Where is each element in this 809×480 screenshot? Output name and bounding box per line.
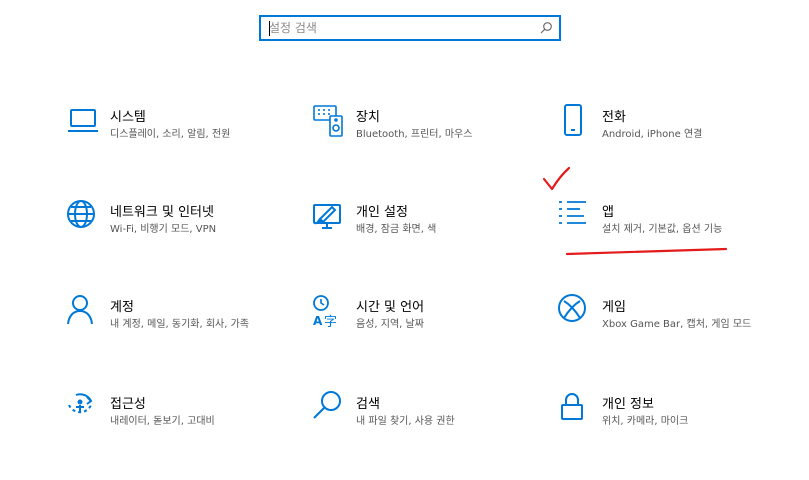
tile-description: 내 파일 찾기, 사용 권한 — [356, 416, 455, 427]
search-input[interactable] — [269, 19, 529, 37]
tile-description: 배경, 잠금 화면, 색 — [356, 224, 437, 235]
tile-title: 검색 — [356, 397, 380, 412]
tile-accessibility[interactable]: 접근성 내레이터, 돋보기, 고대비 — [66, 391, 296, 461]
tile-title: 네트워크 및 인터넷 — [110, 205, 214, 220]
tile-system[interactable]: 시스템 디스플레이, 소리, 알림, 전원 — [66, 104, 296, 174]
tile-title: 시간 및 언어 — [356, 300, 425, 315]
settings-search-box[interactable] — [259, 15, 561, 41]
keyboard-speaker-icon — [313, 105, 343, 137]
tile-description: 설치 제거, 기본값, 옵션 기능 — [602, 224, 723, 235]
tile-title: 개인 정보 — [602, 397, 654, 412]
tile-description: 내레이터, 돋보기, 고대비 — [110, 416, 215, 427]
tile-description: Xbox Game Bar, 캡처, 게임 모드 — [602, 319, 752, 330]
app-list-icon — [559, 201, 586, 224]
laptop-icon — [68, 109, 98, 132]
tile-title: 전화 — [602, 110, 626, 125]
tile-accounts[interactable]: 계정 내 계정, 메일, 동기화, 회사, 가족 — [66, 294, 296, 364]
search-magnifier-icon — [313, 391, 341, 419]
tile-title: 앱 — [602, 205, 614, 220]
search-icon[interactable] — [539, 21, 553, 35]
tile-search[interactable]: 검색 내 파일 찾기, 사용 권한 — [312, 391, 542, 461]
tile-description: 음성, 지역, 날짜 — [356, 319, 424, 330]
tile-personalization[interactable]: 개인 설정 배경, 잠금 화면, 색 — [312, 199, 542, 269]
xbox-icon — [558, 294, 586, 322]
tile-phone[interactable]: 전화 Android, iPhone 연결 — [558, 104, 788, 174]
tile-title: 게임 — [602, 300, 626, 315]
tile-privacy[interactable]: 개인 정보 위치, 카메라, 마이크 — [558, 391, 788, 461]
lock-icon — [561, 393, 583, 420]
tile-description: Wi-Fi, 비행기 모드, VPN — [110, 224, 217, 235]
tile-time-language[interactable]: A 字 시간 및 언어 음성, 지역, 날짜 — [312, 294, 542, 364]
tile-network[interactable]: 네트워크 및 인터넷 Wi-Fi, 비행기 모드, VPN — [66, 199, 296, 269]
tile-description: 내 계정, 메일, 동기화, 회사, 가족 — [110, 319, 250, 330]
tile-title: 개인 설정 — [356, 205, 408, 220]
tile-description: 디스플레이, 소리, 알림, 전원 — [110, 129, 231, 140]
tile-description: Android, iPhone 연결 — [602, 129, 703, 140]
phone-icon — [564, 104, 582, 136]
svg-text:A: A — [313, 314, 323, 328]
tile-devices[interactable]: 장치 Bluetooth, 프린터, 마우스 — [312, 104, 542, 174]
tile-title: 장치 — [356, 110, 380, 125]
tile-title: 접근성 — [110, 397, 146, 412]
tile-title: 시스템 — [110, 110, 146, 125]
globe-icon — [67, 200, 95, 228]
time-language-icon: A 字 — [313, 295, 337, 328]
tile-description: Bluetooth, 프린터, 마우스 — [356, 129, 473, 140]
tile-description: 위치, 카메라, 마이크 — [602, 416, 689, 427]
paintbrush-screen-icon — [313, 204, 341, 229]
person-icon — [67, 295, 93, 325]
tile-gaming[interactable]: 게임 Xbox Game Bar, 캡처, 게임 모드 — [558, 294, 788, 364]
tile-apps[interactable]: 앱 설치 제거, 기본값, 옵션 기능 — [558, 199, 788, 269]
accessibility-icon — [68, 393, 93, 414]
tile-title: 계정 — [110, 300, 134, 315]
svg-text:字: 字 — [324, 315, 337, 328]
